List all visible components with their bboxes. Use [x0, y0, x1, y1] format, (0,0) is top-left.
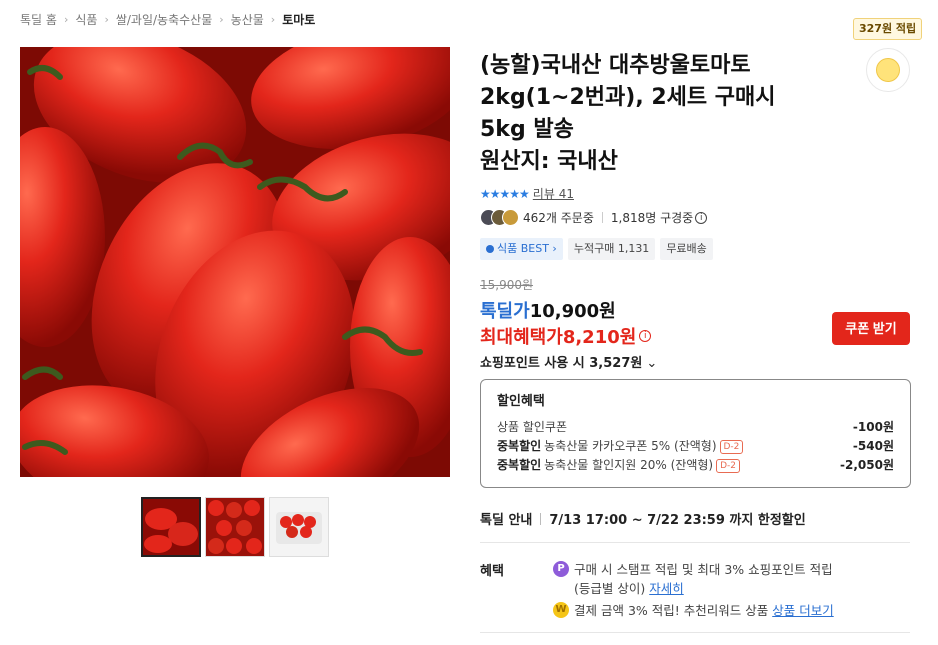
notice-label: 톡딜 안내	[480, 513, 533, 528]
best-dot-icon	[486, 245, 494, 253]
deal-price-label: 톡딜가	[480, 301, 530, 322]
d-day-badge: D-2	[716, 459, 740, 473]
benefit-line-points: P 구매 시 스탬프 적립 및 최대 3% 쇼핑포인트 적립	[553, 559, 833, 578]
deal-notice: 톡딜 안내 7/13 17:00 ~ 7/22 23:59 까지 한정할인	[480, 509, 806, 528]
reward-button[interactable]	[866, 48, 910, 92]
deal-price: 톡딜가 10,900원	[480, 297, 616, 323]
thumbnail-2[interactable]	[205, 497, 265, 557]
deal-price-amount: 10,900원	[529, 301, 616, 322]
divider	[540, 512, 542, 525]
info-icon[interactable]: i	[639, 330, 652, 342]
discount-box-title: 할인혜택	[497, 394, 545, 409]
info-icon[interactable]: i	[695, 211, 708, 224]
rating-row: ★★★★★ 리뷰 41	[480, 185, 574, 202]
chevron-down-icon: ⌄	[646, 356, 658, 371]
discount-box: 할인혜택 상품 할인쿠폰 -100원 중복할인 농축산물 카카오쿠폰 5% (잔액…	[480, 379, 911, 488]
reward-coin-icon: W	[553, 601, 569, 618]
divider	[480, 542, 910, 543]
breadcrumb-food[interactable]: 식품	[75, 11, 97, 28]
discount-row: 중복할인 농축산물 카카오쿠폰 5% (잔액형) D-2 -540원	[497, 439, 894, 454]
breadcrumb-home[interactable]: 톡딜 홈	[20, 11, 57, 28]
d-day-badge: D-2	[719, 440, 744, 454]
max-benefit-label: 최대혜택가	[480, 327, 563, 348]
product-origin: 원산지: 국내산	[480, 149, 618, 174]
discount-row: 중복할인 농축산물 할인지원 20% (잔액형) D-2 -2,050원	[497, 458, 894, 473]
divider	[601, 212, 603, 223]
detail-link[interactable]: 자세히	[649, 581, 684, 596]
breadcrumb: 톡딜 홈 › 식품 › 쌀/과일/농축수산물 › 농산물 › 토마토	[20, 11, 315, 28]
coin-icon	[876, 58, 900, 82]
max-benefit-amount: 8,210원	[562, 327, 637, 348]
breadcrumb-produce[interactable]: 농산물	[231, 11, 264, 28]
product-main-image	[20, 47, 450, 477]
benefit-line-reward: W 결제 금액 3% 적립! 추천리워드 상품 상품 더보기	[553, 600, 834, 619]
more-products-link[interactable]: 상품 더보기	[772, 600, 833, 619]
thumbnail-3[interactable]	[269, 497, 329, 557]
cumulative-badge: 누적구매 1,131	[567, 238, 656, 260]
tomato-photo	[20, 47, 450, 477]
badge-row: 식품 BEST › 누적구매 1,131 무료배송	[480, 238, 713, 260]
breadcrumb-tomato[interactable]: 토마토	[282, 11, 315, 28]
benefit-sub: (등급별 상이) 자세히	[574, 581, 684, 596]
product-title: (농할)국내산 대추방울토마토 2kg(1~2번과), 2세트 구매시 5kg …	[480, 53, 776, 142]
breadcrumb-grocery[interactable]: 쌀/과일/농축수산물	[116, 11, 212, 28]
stats-row: 462개 주문중 1,818명 구경중 i	[480, 209, 708, 226]
best-badge[interactable]: 식품 BEST ›	[480, 238, 563, 260]
star-rating-icon: ★★★★★	[480, 186, 530, 201]
thumbnail-1[interactable]	[141, 497, 201, 557]
chevron-right-icon: ›	[219, 13, 224, 26]
max-benefit-price: 최대혜택가 8,210원 i	[480, 323, 652, 349]
chevron-right-icon: ›	[104, 13, 109, 26]
points-dropdown[interactable]: 쇼핑포인트 사용 시 3,527원 ⌄	[480, 352, 657, 371]
notice-text: 7/13 17:00 ~ 7/22 23:59 까지 한정할인	[549, 513, 806, 528]
reward-tag: 327원 적립	[853, 18, 923, 40]
point-icon: P	[553, 560, 569, 577]
coupon-button[interactable]: 쿠폰 받기	[832, 312, 910, 345]
discount-row: 상품 할인쿠폰 -100원	[497, 420, 894, 434]
order-count: 462개 주문중	[523, 211, 594, 225]
benefit-label: 혜택	[480, 564, 504, 579]
buyer-avatars	[480, 209, 519, 226]
divider	[480, 632, 910, 633]
original-price: 15,900원	[480, 278, 534, 292]
viewer-count: 1,818명 구경중	[610, 211, 694, 225]
avatar	[502, 209, 519, 226]
chevron-right-icon: ›	[270, 13, 276, 26]
review-link[interactable]: 리뷰 41	[533, 185, 574, 202]
thumbnail-strip	[141, 497, 329, 557]
chevron-right-icon: ›	[63, 13, 69, 26]
free-shipping-badge: 무료배송	[660, 238, 713, 260]
